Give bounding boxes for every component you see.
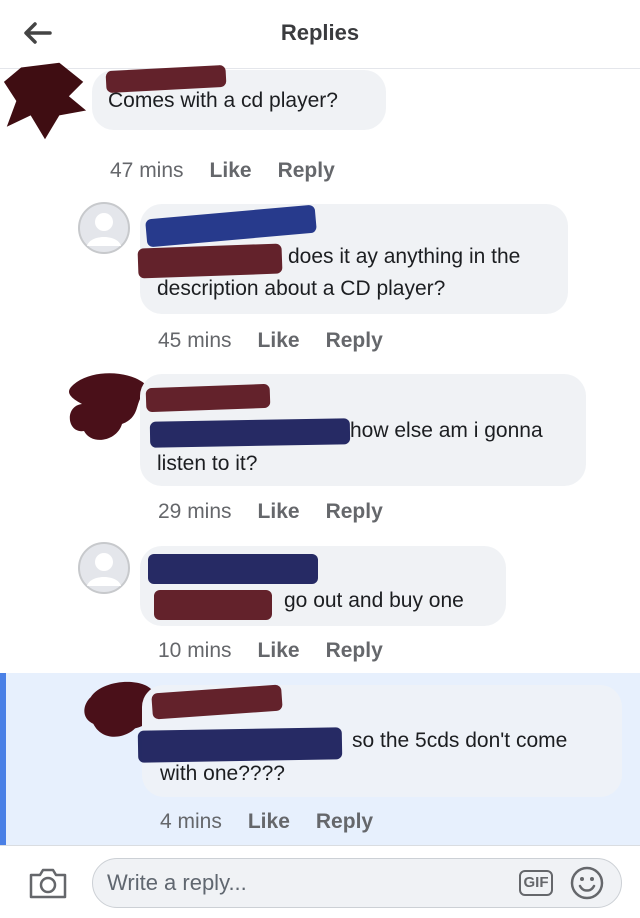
- comment-bubble: does it ay anything in the description a…: [137, 204, 568, 314]
- comment-text-line-2: listen to it?: [157, 452, 258, 475]
- reply-button[interactable]: Reply: [278, 159, 335, 183]
- reply-button[interactable]: Reply: [326, 639, 383, 663]
- comment-actions: 10 mins Like Reply: [158, 639, 409, 663]
- page-title: Replies: [280, 20, 360, 45]
- comment-text-line-2: description about a CD player?: [157, 277, 446, 300]
- comment-bubble: how else am i gonna listen to it?: [140, 374, 586, 486]
- comment-text: Comes with a cd player?: [108, 89, 338, 112]
- smiley-icon[interactable]: [570, 866, 604, 900]
- comment: go out and buy one 10 mins Like Reply: [0, 538, 640, 673]
- redacted-mention: [137, 727, 343, 763]
- comment-bubble: Comes with a cd player?: [92, 64, 386, 130]
- comment-actions: 4 mins Like Reply: [160, 810, 399, 834]
- reply-button[interactable]: Reply: [326, 329, 383, 353]
- redacted-name: [151, 684, 283, 720]
- comment-actions: 47 mins Like Reply: [110, 159, 361, 183]
- redacted-mention: [149, 418, 351, 448]
- comment: Comes with a cd player? 47 mins Like Reply: [0, 58, 640, 198]
- comment-timestamp: 10 mins: [158, 639, 232, 662]
- like-button[interactable]: Like: [258, 500, 300, 524]
- reply-button[interactable]: Reply: [326, 500, 383, 524]
- comment-actions: 29 mins Like Reply: [158, 500, 409, 524]
- avatar[interactable]: [2, 58, 88, 144]
- comment-timestamp: 29 mins: [158, 500, 232, 523]
- comment-text-line-1: so the 5cds don't come: [352, 729, 568, 752]
- comment-bubble: go out and buy one: [140, 546, 506, 626]
- like-button[interactable]: Like: [258, 639, 300, 663]
- camera-icon[interactable]: [28, 866, 68, 900]
- comment-timestamp: 4 mins: [160, 810, 222, 833]
- comment-text-line-1: does it ay anything in the: [288, 245, 521, 268]
- comment-text-line-1: how else am i gonna: [350, 419, 543, 442]
- redacted-name: [145, 204, 317, 248]
- avatar[interactable]: [62, 366, 152, 456]
- comment: so the 5cds don't come with one???? 4 mi…: [0, 673, 640, 845]
- comment-actions: 45 mins Like Reply: [158, 329, 409, 353]
- like-button[interactable]: Like: [258, 329, 300, 353]
- comment: does it ay anything in the description a…: [0, 198, 640, 368]
- comment: how else am i gonna listen to it? 29 min…: [0, 368, 640, 538]
- redacted-name: [145, 383, 271, 413]
- like-button[interactable]: Like: [248, 810, 290, 834]
- comment-bubble: so the 5cds don't come with one????: [137, 684, 622, 797]
- comment-text: go out and buy one: [284, 589, 464, 612]
- gif-button[interactable]: GIF: [519, 870, 553, 896]
- like-button[interactable]: Like: [210, 159, 252, 183]
- comment-timestamp: 45 mins: [158, 329, 232, 352]
- reply-button[interactable]: Reply: [316, 810, 373, 834]
- redacted-mention: [154, 590, 272, 620]
- default-avatar-icon[interactable]: [78, 542, 130, 594]
- reply-composer: GIF: [0, 845, 640, 918]
- default-avatar-icon[interactable]: [78, 202, 130, 254]
- comment-timestamp: 47 mins: [110, 159, 184, 182]
- redacted-name: [148, 554, 318, 584]
- comment-text-line-2: with one????: [160, 762, 285, 785]
